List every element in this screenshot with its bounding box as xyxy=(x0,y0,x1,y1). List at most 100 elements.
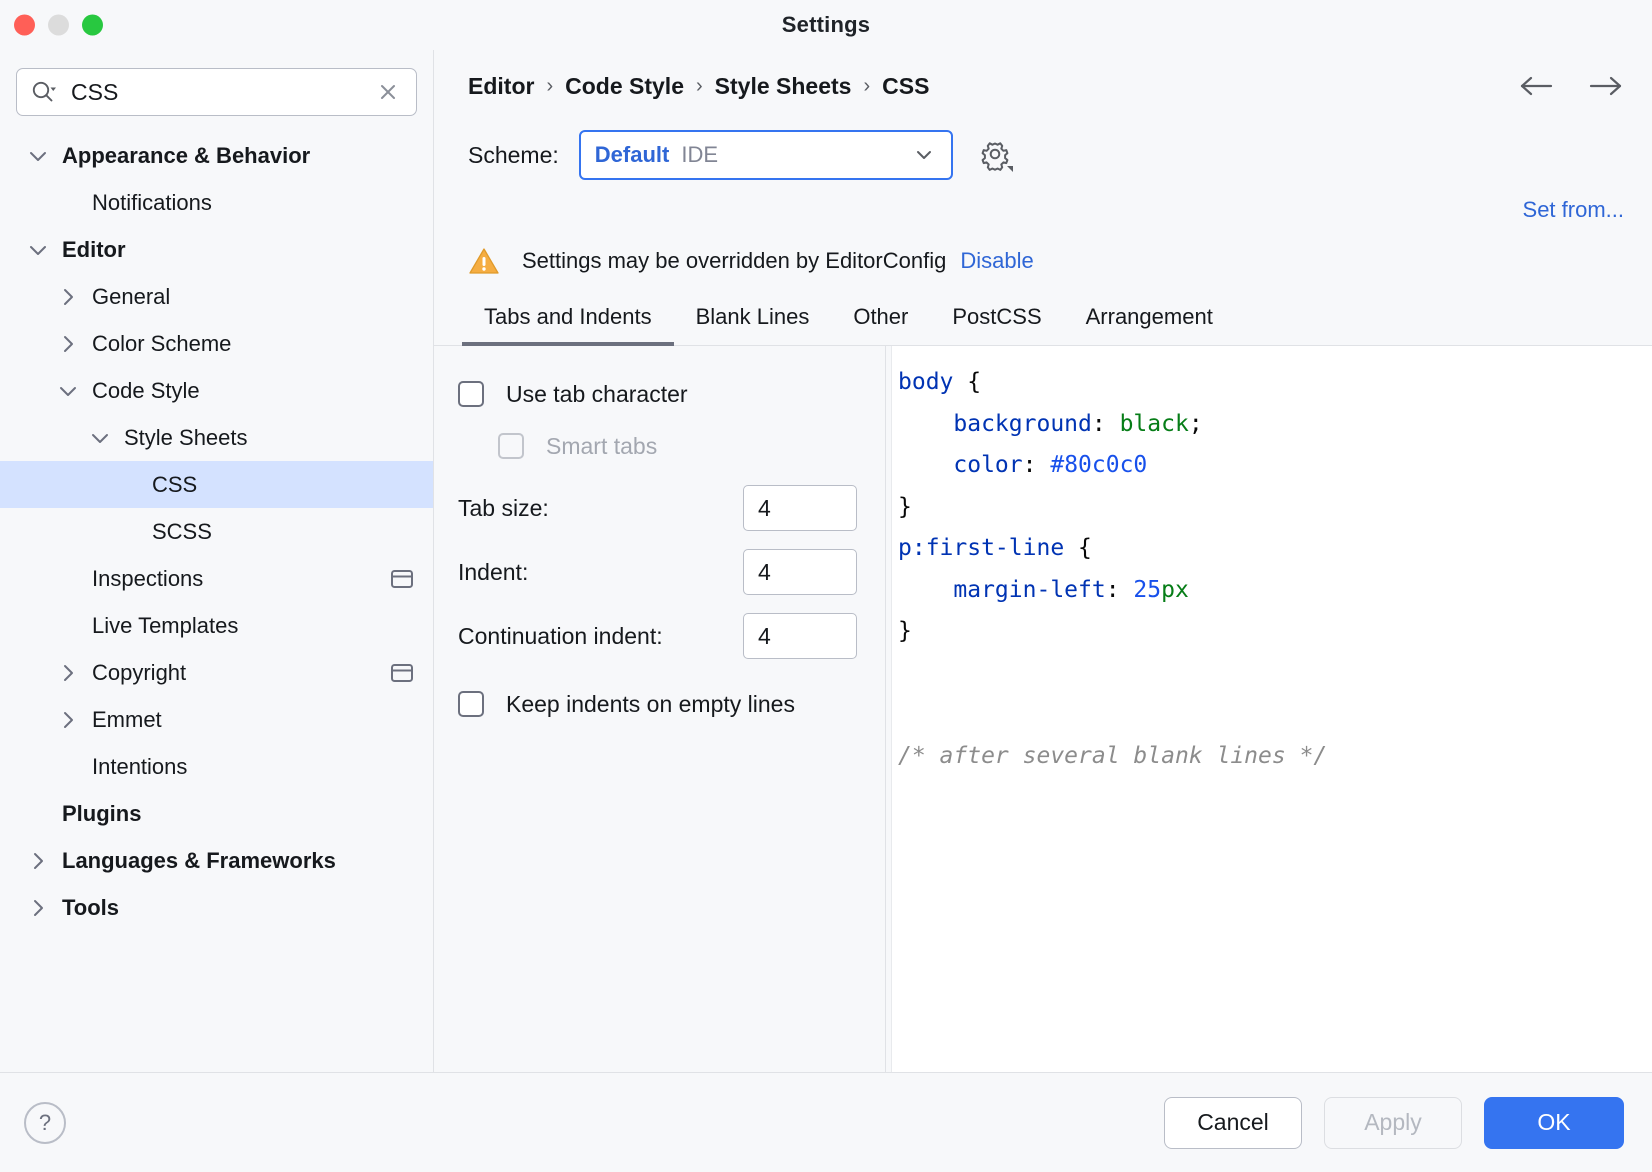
code-token: : xyxy=(1023,452,1051,478)
zoom-button[interactable] xyxy=(82,15,103,36)
indent-input[interactable]: 4 xyxy=(743,549,857,595)
chevron-right-icon[interactable] xyxy=(56,332,80,356)
continuation-indent-input[interactable]: 4 xyxy=(743,613,857,659)
scheme-label: Scheme: xyxy=(468,142,559,169)
code-line: color: #80c0c0 xyxy=(898,445,1652,487)
sidebar-item-editor[interactable]: Editor xyxy=(0,226,433,273)
project-scope-icon xyxy=(389,568,415,590)
code-token: : xyxy=(1092,411,1120,437)
sidebar-item-scss[interactable]: SCSS xyxy=(0,508,433,555)
sidebar-item-code-style[interactable]: Code Style xyxy=(0,367,433,414)
window-title: Settings xyxy=(782,12,870,38)
chevron-right-icon[interactable] xyxy=(26,896,50,920)
code-token: 25 xyxy=(1133,577,1161,603)
set-from-link[interactable]: Set from... xyxy=(1523,197,1624,223)
sidebar-item-notifications[interactable]: Notifications xyxy=(0,179,433,226)
settings-sidebar: CSS Appearance & Behavior Notifications Ed… xyxy=(0,50,434,1072)
code-token: : xyxy=(1106,577,1134,603)
sidebar-item-style-sheets[interactable]: Style Sheets xyxy=(0,414,433,461)
search-input[interactable]: CSS xyxy=(71,79,376,106)
breadcrumb-item-style-sheets[interactable]: Style Sheets xyxy=(715,73,852,100)
code-preview-pane: body { background: black; color: #80c0c0… xyxy=(886,346,1652,1072)
sidebar-item-label: Appearance & Behavior xyxy=(62,143,310,169)
code-token xyxy=(898,577,953,603)
tab-other[interactable]: Other xyxy=(831,304,930,346)
code-token: { xyxy=(1064,535,1092,561)
breadcrumb-separator: › xyxy=(546,75,553,98)
indent-label: Indent: xyxy=(458,559,528,586)
sidebar-item-color-scheme[interactable]: Color Scheme xyxy=(0,320,433,367)
sidebar-item-label: Intentions xyxy=(92,754,187,780)
sidebar-item-css[interactable]: CSS xyxy=(0,461,433,508)
sidebar-item-intentions[interactable]: Intentions xyxy=(0,743,433,790)
sidebar-item-languages-frameworks[interactable]: Languages & Frameworks xyxy=(0,837,433,884)
use-tab-character-row[interactable]: Use tab character xyxy=(458,372,885,416)
scheme-dropdown[interactable]: Default IDE xyxy=(579,130,953,180)
sidebar-item-label: Plugins xyxy=(62,801,141,827)
sidebar-item-label: Tools xyxy=(62,895,119,921)
code-token: body xyxy=(898,369,953,395)
code-preview[interactable]: body { background: black; color: #80c0c0… xyxy=(892,346,1652,1072)
code-line xyxy=(898,694,1652,736)
sidebar-item-emmet[interactable]: Emmet xyxy=(0,696,433,743)
breadcrumb-item-code-style[interactable]: Code Style xyxy=(565,73,684,100)
breadcrumb-separator: › xyxy=(863,75,870,98)
chevron-down-icon[interactable] xyxy=(56,379,80,403)
chevron-down-icon[interactable] xyxy=(26,238,50,262)
arrow-left-icon[interactable] xyxy=(1518,73,1556,99)
project-scope-icon xyxy=(389,662,415,684)
chevron-right-icon[interactable] xyxy=(56,708,80,732)
chevron-right-icon[interactable] xyxy=(56,661,80,685)
sidebar-item-tools[interactable]: Tools xyxy=(0,884,433,931)
tab-blank-lines[interactable]: Blank Lines xyxy=(674,304,832,346)
breadcrumb-item-css[interactable]: CSS xyxy=(882,73,929,100)
help-button[interactable]: ? xyxy=(24,1102,66,1144)
sidebar-item-plugins[interactable]: Plugins xyxy=(0,790,433,837)
scheme-value-primary: Default xyxy=(595,142,670,168)
gear-icon[interactable] xyxy=(977,136,1015,174)
use-tab-character-checkbox[interactable] xyxy=(458,381,484,407)
tab-tabs-and-indents[interactable]: Tabs and Indents xyxy=(462,304,674,346)
sidebar-item-appearance-behavior[interactable]: Appearance & Behavior xyxy=(0,132,433,179)
keep-indents-row[interactable]: Keep indents on empty lines xyxy=(458,682,885,726)
code-token: { xyxy=(953,369,981,395)
sidebar-item-live-templates[interactable]: Live Templates xyxy=(0,602,433,649)
breadcrumb: Editor › Code Style › Style Sheets › CSS xyxy=(434,50,1652,122)
sidebar-item-inspections[interactable]: Inspections xyxy=(0,555,433,602)
code-token: #80c0c0 xyxy=(1050,452,1147,478)
sidebar-item-label: SCSS xyxy=(152,519,212,545)
sidebar-item-general[interactable]: General xyxy=(0,273,433,320)
code-token: } xyxy=(898,618,912,644)
search-field[interactable]: CSS xyxy=(16,68,417,116)
chevron-down-icon[interactable] xyxy=(26,144,50,168)
sidebar-item-label: Live Templates xyxy=(92,613,238,639)
scheme-row: Scheme: Default IDE xyxy=(434,122,1652,188)
editorconfig-warning: Settings may be overridden by EditorConf… xyxy=(434,232,1652,290)
minimize-button[interactable] xyxy=(48,15,69,36)
disable-editorconfig-link[interactable]: Disable xyxy=(960,248,1033,274)
cancel-button[interactable]: Cancel xyxy=(1164,1097,1302,1149)
code-token: /* after several blank lines */ xyxy=(898,743,1327,769)
code-token: ; xyxy=(1189,411,1203,437)
sidebar-item-copyright[interactable]: Copyright xyxy=(0,649,433,696)
sidebar-item-label: Notifications xyxy=(92,190,212,216)
tab-size-input[interactable]: 4 xyxy=(743,485,857,531)
code-line: body { xyxy=(898,362,1652,404)
close-button[interactable] xyxy=(14,15,35,36)
clear-icon[interactable] xyxy=(376,80,400,104)
continuation-indent-row: Continuation indent: 4 xyxy=(458,604,885,668)
chevron-right-icon[interactable] xyxy=(56,285,80,309)
breadcrumb-item-editor[interactable]: Editor xyxy=(468,73,534,100)
keep-indents-checkbox[interactable] xyxy=(458,691,484,717)
chevron-right-icon[interactable] xyxy=(26,849,50,873)
chevron-down-icon[interactable] xyxy=(88,426,112,450)
sidebar-item-label: Editor xyxy=(62,237,126,263)
ok-button[interactable]: OK xyxy=(1484,1097,1624,1149)
tab-arrangement[interactable]: Arrangement xyxy=(1064,304,1235,346)
code-token xyxy=(898,452,953,478)
breadcrumb-separator: › xyxy=(696,75,703,98)
continuation-indent-label: Continuation indent: xyxy=(458,623,663,650)
apply-button: Apply xyxy=(1324,1097,1462,1149)
tab-postcss[interactable]: PostCSS xyxy=(930,304,1063,346)
arrow-right-icon[interactable] xyxy=(1586,73,1624,99)
